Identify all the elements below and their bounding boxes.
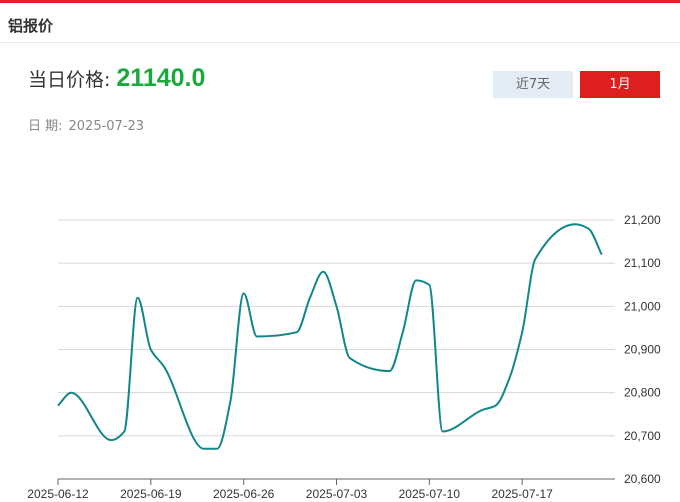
y-tick-label: 21,000 [624, 299, 661, 313]
y-tick-label: 21,100 [624, 256, 661, 270]
x-tick-label: 2025-07-17 [491, 487, 553, 501]
y-tick-label: 20,900 [624, 343, 661, 357]
price-series-line [57, 223, 603, 450]
x-tick-label: 2025-06-19 [120, 487, 182, 501]
x-tick-label: 2025-07-10 [399, 487, 461, 501]
y-tick-label: 20,800 [624, 386, 661, 400]
x-tick-label: 2025-06-26 [213, 487, 275, 501]
y-tick-label: 20,600 [624, 472, 661, 486]
x-tick-label: 2025-06-12 [27, 487, 89, 501]
x-tick-label: 2025-07-03 [306, 487, 368, 501]
y-tick-label: 20,700 [624, 429, 661, 443]
y-tick-label: 21,200 [624, 213, 661, 227]
price-line-chart: 20,600 20,700 20,800 20,900 21,000 21,100 21,2… [27, 213, 661, 501]
